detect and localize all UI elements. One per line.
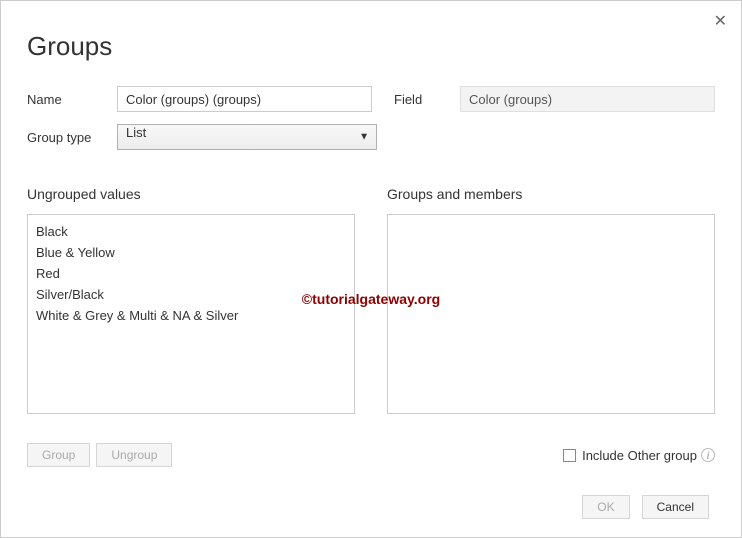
cancel-button[interactable]: Cancel — [642, 495, 709, 519]
ungrouped-title: Ungrouped values — [27, 186, 355, 202]
groups-column: Groups and members — [387, 186, 715, 433]
info-icon[interactable]: i — [701, 448, 715, 462]
groups-dialog: ✕ Groups Name Field Group type List ▼ Un… — [1, 1, 741, 537]
list-item[interactable]: Black — [36, 221, 346, 242]
name-label: Name — [27, 92, 101, 107]
ungroup-button[interactable]: Ungroup — [96, 443, 172, 467]
close-icon: ✕ — [714, 13, 727, 30]
list-item[interactable]: Blue & Yellow — [36, 242, 346, 263]
columns: Ungrouped values Black Blue & Yellow Red… — [27, 186, 715, 433]
list-item[interactable]: Silver/Black — [36, 284, 346, 305]
groups-title: Groups and members — [387, 186, 715, 202]
include-other-wrap[interactable]: Include Other group — [563, 448, 697, 463]
below-left: Group Ungroup — [27, 443, 355, 467]
field-input — [460, 86, 715, 112]
group-type-label: Group type — [27, 130, 101, 145]
below-lists: Group Ungroup Include Other group i — [27, 443, 715, 467]
footer: OK Cancel — [27, 495, 715, 519]
list-item[interactable]: White & Grey & Multi & NA & Silver — [36, 305, 346, 326]
name-row: Name Field — [27, 86, 715, 112]
dialog-title: Groups — [27, 31, 715, 62]
list-item[interactable]: Red — [36, 263, 346, 284]
ungrouped-column: Ungrouped values Black Blue & Yellow Red… — [27, 186, 355, 433]
group-type-select-wrap[interactable]: List ▼ — [117, 124, 377, 150]
name-input[interactable] — [117, 86, 372, 112]
close-button[interactable]: ✕ — [714, 11, 727, 31]
groups-listbox[interactable] — [387, 214, 715, 414]
group-type-select[interactable]: List — [117, 124, 377, 150]
ok-button[interactable]: OK — [582, 495, 629, 519]
form-rows: Name Field Group type List ▼ — [27, 86, 715, 162]
group-type-row: Group type List ▼ — [27, 124, 715, 150]
include-other-label: Include Other group — [582, 448, 697, 463]
field-label: Field — [394, 92, 444, 107]
ungrouped-listbox[interactable]: Black Blue & Yellow Red Silver/Black Whi… — [27, 214, 355, 414]
include-other-checkbox[interactable] — [563, 449, 576, 462]
below-right: Include Other group i — [387, 443, 715, 467]
group-button[interactable]: Group — [27, 443, 90, 467]
